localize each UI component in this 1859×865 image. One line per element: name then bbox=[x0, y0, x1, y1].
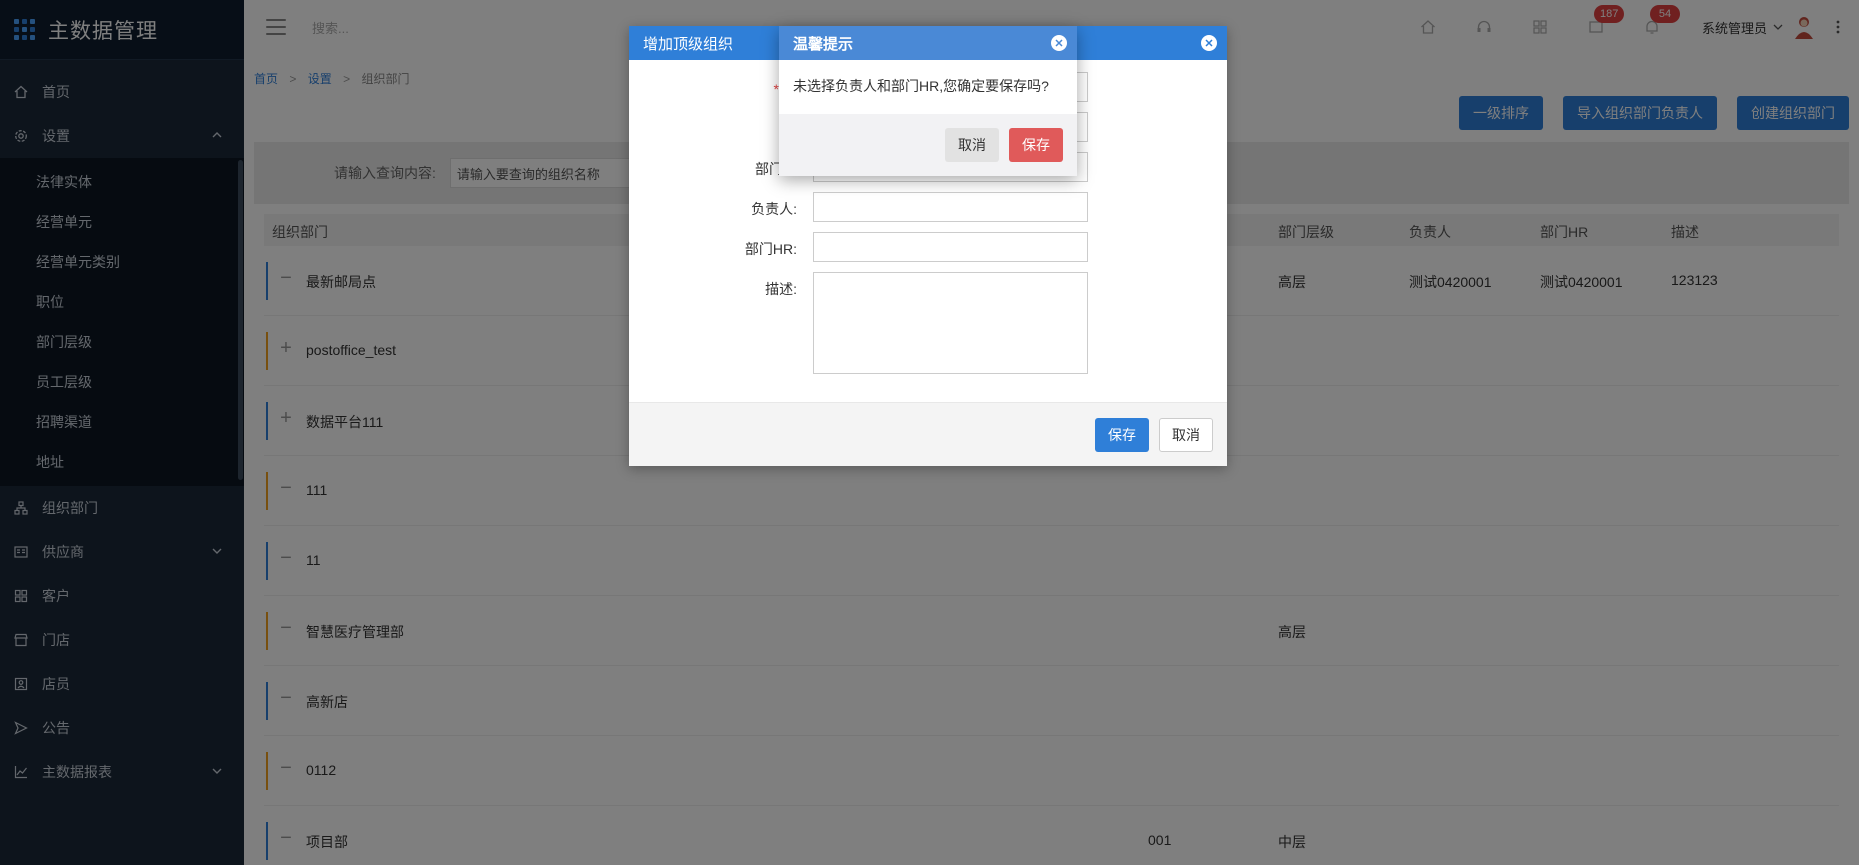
dialog-cancel-button[interactable]: 取消 bbox=[945, 128, 999, 162]
field-desc-row: 描述: bbox=[629, 272, 1227, 374]
dialog-title: 温馨提示 bbox=[793, 35, 854, 53]
cancel-button[interactable]: 取消 bbox=[1159, 418, 1213, 452]
field-hr-label: 部门HR: bbox=[744, 241, 797, 257]
field-owner-row: 负责人: bbox=[629, 192, 1227, 222]
dialog-message: 未选择负责人和部门HR,您确定要保存吗? bbox=[779, 60, 1077, 114]
modal-title: 增加顶级组织 bbox=[643, 35, 734, 53]
save-button[interactable]: 保存 bbox=[1095, 418, 1149, 452]
confirm-dialog: 温馨提示 未选择负责人和部门HR,您确定要保存吗? 取消 保存 bbox=[779, 26, 1077, 176]
modal-footer: 保存 取消 bbox=[629, 402, 1227, 466]
field-owner-label: 负责人: bbox=[751, 201, 797, 217]
field-hr-row: 部门HR: bbox=[629, 232, 1227, 262]
field-desc-label: 描述: bbox=[765, 281, 797, 297]
dialog-save-button[interactable]: 保存 bbox=[1009, 128, 1063, 162]
description-textarea[interactable] bbox=[813, 272, 1088, 374]
dialog-footer: 取消 保存 bbox=[779, 114, 1077, 176]
dialog-header: 温馨提示 bbox=[779, 26, 1077, 60]
hr-input[interactable] bbox=[813, 232, 1088, 262]
close-icon[interactable] bbox=[1201, 35, 1217, 51]
close-icon[interactable] bbox=[1051, 35, 1067, 51]
owner-input[interactable] bbox=[813, 192, 1088, 222]
